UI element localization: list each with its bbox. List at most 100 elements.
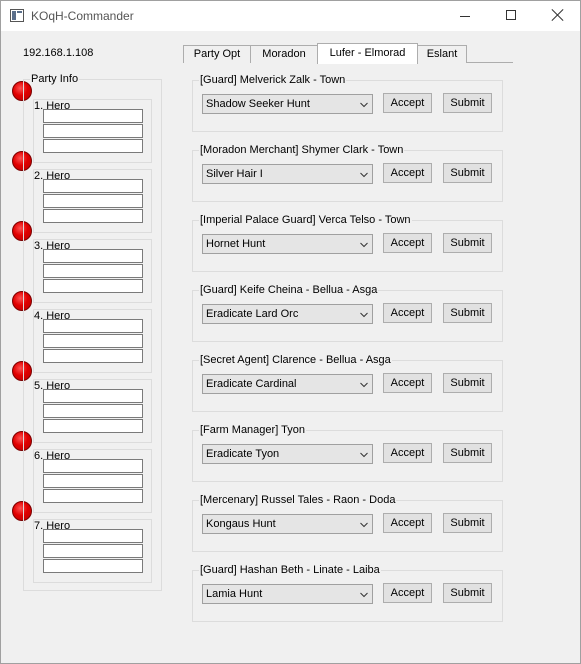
quest-6-select[interactable]: Eradicate Tyon	[202, 444, 373, 464]
quest-3-accept-button[interactable]: Accept	[383, 233, 432, 253]
chevron-down-icon	[360, 452, 368, 458]
tab-moradon[interactable]: Moradon	[250, 45, 318, 63]
chevron-down-icon	[360, 592, 368, 598]
quest-8-submit-button[interactable]: Submit	[443, 583, 492, 603]
quest-1-npc-label: [Guard] Melverick Zalk - Town	[199, 74, 347, 86]
hero-3-field-1[interactable]	[43, 249, 143, 263]
quest-6-accept-button[interactable]: Accept	[383, 443, 432, 463]
quest-4-accept-button[interactable]: Accept	[383, 303, 432, 323]
ip-address: 192.168.1.108	[23, 47, 94, 59]
quest-5-selected-value: Eradicate Cardinal	[206, 378, 297, 390]
hero-7-field-1[interactable]	[43, 529, 143, 543]
quest-2-select[interactable]: Silver Hair I	[202, 164, 373, 184]
quest-7-selected-value: Kongaus Hunt	[206, 518, 276, 530]
hero-3-group: 3. Hero	[33, 239, 152, 303]
hero-2-field-2[interactable]	[43, 194, 143, 208]
quest-5-submit-button[interactable]: Submit	[443, 373, 492, 393]
hero-6-group: 6. Hero	[33, 449, 152, 513]
chevron-down-icon	[360, 522, 368, 528]
hero-4-field-3[interactable]	[43, 349, 143, 363]
quest-4-npc-label: [Guard] Keife Cheina - Bellua - Asga	[199, 284, 379, 296]
hero-7-field-2[interactable]	[43, 544, 143, 558]
quest-group-1: [Guard] Melverick Zalk - Town Shadow See…	[192, 74, 503, 132]
quest-group-5: [Secret Agent] Clarence - Bellua - Asga …	[192, 354, 503, 412]
quest-5-npc-label: [Secret Agent] Clarence - Bellua - Asga	[199, 354, 392, 366]
hero-2-field-1[interactable]	[43, 179, 143, 193]
quest-2-selected-value: Silver Hair I	[206, 168, 263, 180]
hero-3-field-2[interactable]	[43, 264, 143, 278]
minimize-button[interactable]	[442, 1, 488, 31]
tab-eslant[interactable]: Eslant	[417, 45, 467, 63]
hero-4-group: 4. Hero	[33, 309, 152, 373]
quest-group-2: [Moradon Merchant] Shymer Clark - Town S…	[192, 144, 503, 202]
hero-2-group: 2. Hero	[33, 169, 152, 233]
quest-6-submit-button[interactable]: Submit	[443, 443, 492, 463]
close-icon	[551, 8, 565, 22]
quest-7-select[interactable]: Kongaus Hunt	[202, 514, 373, 534]
maximize-button[interactable]	[488, 1, 534, 31]
quest-8-selected-value: Lamia Hunt	[206, 588, 263, 600]
quest-3-npc-label: [Imperial Palace Guard] Verca Telso - To…	[199, 214, 412, 226]
hero-1-field-2[interactable]	[43, 124, 143, 138]
quest-6-selected-value: Eradicate Tyon	[206, 448, 280, 460]
chevron-down-icon	[360, 172, 368, 178]
quest-8-npc-label: [Guard] Hashan Beth - Linate - Laiba	[199, 564, 381, 576]
hero-5-field-3[interactable]	[43, 419, 143, 433]
hero-6-field-1[interactable]	[43, 459, 143, 473]
chevron-down-icon	[360, 102, 368, 108]
quest-8-select[interactable]: Lamia Hunt	[202, 584, 373, 604]
hero-1-field-3[interactable]	[43, 139, 143, 153]
quest-group-4: [Guard] Keife Cheina - Bellua - Asga Era…	[192, 284, 503, 342]
quest-8-accept-button[interactable]: Accept	[383, 583, 432, 603]
hero-6-field-3[interactable]	[43, 489, 143, 503]
chevron-down-icon	[360, 242, 368, 248]
quest-7-accept-button[interactable]: Accept	[383, 513, 432, 533]
app-window: KOqH-Commander 192.168.1.108 Party Info …	[0, 0, 581, 664]
close-button[interactable]	[534, 1, 580, 31]
hero-2-field-3[interactable]	[43, 209, 143, 223]
quest-3-submit-button[interactable]: Submit	[443, 233, 492, 253]
quest-6-npc-label: [Farm Manager] Tyon	[199, 424, 306, 436]
party-info-label: Party Info	[30, 73, 80, 85]
hero-1-field-1[interactable]	[43, 109, 143, 123]
quest-group-8: [Guard] Hashan Beth - Linate - Laiba Lam…	[192, 564, 503, 622]
quest-4-select[interactable]: Eradicate Lard Orc	[202, 304, 373, 324]
quest-4-selected-value: Eradicate Lard Orc	[206, 308, 299, 320]
quest-group-3: [Imperial Palace Guard] Verca Telso - To…	[192, 214, 503, 272]
quest-5-accept-button[interactable]: Accept	[383, 373, 432, 393]
quest-1-accept-button[interactable]: Accept	[383, 93, 432, 113]
hero-7-group: 7. Hero	[33, 519, 152, 583]
tab-party-opt[interactable]: Party Opt	[183, 45, 251, 63]
hero-7-field-3[interactable]	[43, 559, 143, 573]
maximize-icon	[506, 10, 516, 20]
hero-5-field-1[interactable]	[43, 389, 143, 403]
quest-7-npc-label: [Mercenary] Russel Tales - Raon - Doda	[199, 494, 397, 506]
title-bar[interactable]: KOqH-Commander	[1, 1, 580, 31]
hero-6-field-2[interactable]	[43, 474, 143, 488]
quest-group-6: [Farm Manager] Tyon Eradicate Tyon Accep…	[192, 424, 503, 482]
quest-3-selected-value: Hornet Hunt	[206, 238, 266, 250]
quest-1-select[interactable]: Shadow Seeker Hunt	[202, 94, 373, 114]
quest-5-select[interactable]: Eradicate Cardinal	[202, 374, 373, 394]
minimize-icon	[460, 16, 470, 17]
quest-7-submit-button[interactable]: Submit	[443, 513, 492, 533]
quest-3-select[interactable]: Hornet Hunt	[202, 234, 373, 254]
hero-4-field-1[interactable]	[43, 319, 143, 333]
quest-group-7: [Mercenary] Russel Tales - Raon - Doda K…	[192, 494, 503, 552]
quest-2-accept-button[interactable]: Accept	[383, 163, 432, 183]
quest-1-submit-button[interactable]: Submit	[443, 93, 492, 113]
quest-1-selected-value: Shadow Seeker Hunt	[206, 98, 310, 110]
party-info-group: Party Info 1. Hero 2. Hero 3. Hero 4. He…	[23, 73, 162, 591]
hero-4-field-2[interactable]	[43, 334, 143, 348]
tab-lufer-elmorad[interactable]: Lufer - Elmorad	[317, 43, 418, 64]
hero-5-field-2[interactable]	[43, 404, 143, 418]
quest-2-npc-label: [Moradon Merchant] Shymer Clark - Town	[199, 144, 405, 156]
window-title: KOqH-Commander	[31, 9, 134, 23]
quest-2-submit-button[interactable]: Submit	[443, 163, 492, 183]
quest-4-submit-button[interactable]: Submit	[443, 303, 492, 323]
app-icon	[10, 9, 24, 22]
chevron-down-icon	[360, 312, 368, 318]
hero-3-field-3[interactable]	[43, 279, 143, 293]
chevron-down-icon	[360, 382, 368, 388]
hero-5-group: 5. Hero	[33, 379, 152, 443]
